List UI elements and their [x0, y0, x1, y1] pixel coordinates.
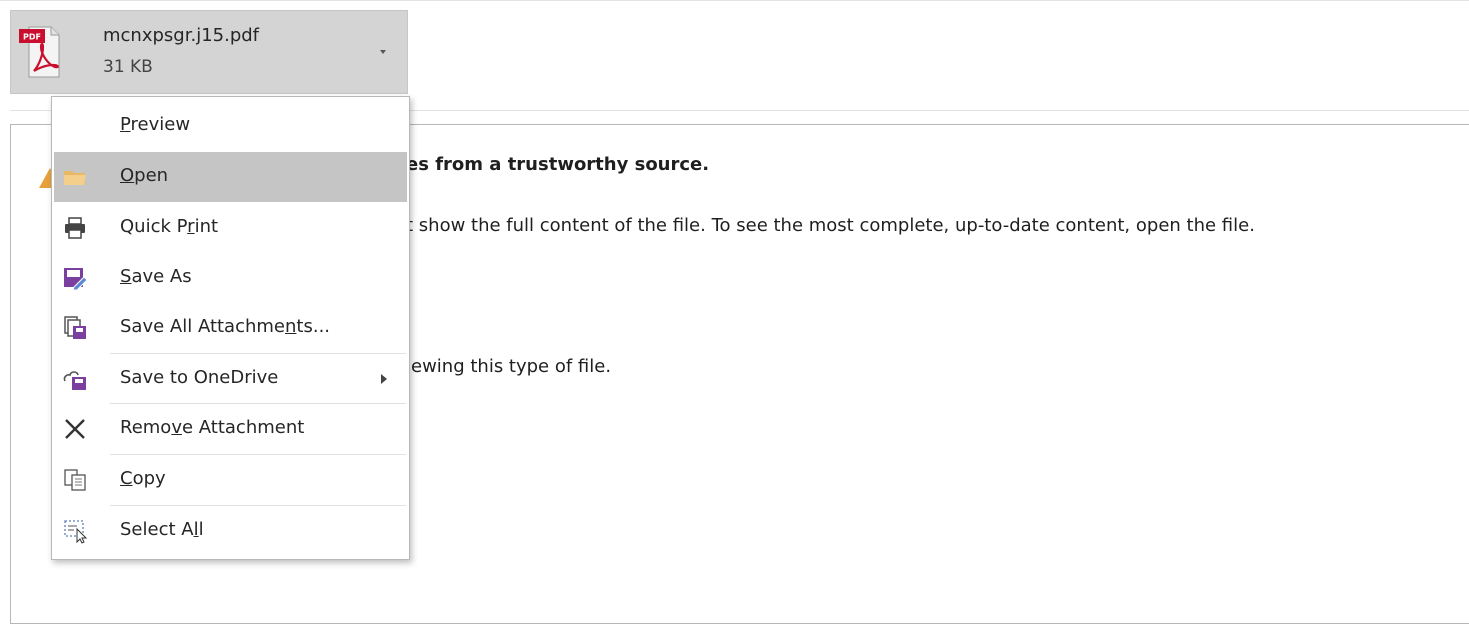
attachment-chip[interactable]: PDF mcnxpsgr.j15.pdf 31 KB [10, 10, 408, 94]
top-divider [0, 0, 1469, 1]
attachment-file-name: mcnxpsgr.j15.pdf [103, 25, 260, 46]
menu-item-label: Save All Attachments... [120, 316, 331, 337]
menu-item-label: Save to OneDrive [120, 367, 279, 388]
menu-item-quick-print[interactable]: Quick Print [54, 203, 407, 253]
folder-icon [64, 171, 86, 185]
menu-item-save-all-attachments[interactable]: Save All Attachments... [54, 303, 407, 353]
chevron-down-icon[interactable] [373, 41, 393, 61]
save-all-icon [64, 316, 86, 339]
menu-item-label: Preview [120, 114, 191, 135]
menu-item-remove-attachment[interactable]: Remove Attachment [54, 404, 407, 454]
menu-item-label: Open [120, 165, 169, 186]
menu-item-label: Copy [120, 468, 166, 489]
preview-info-text: t show the full content of the file. To … [406, 215, 1255, 236]
menu-item-label: Remove Attachment [120, 417, 305, 438]
remove-icon [65, 419, 85, 439]
menu-item-save-as[interactable]: Save As [54, 253, 407, 303]
menu-item-label: Select All [120, 519, 204, 540]
preview-viewer-text: iewing this type of file. [406, 356, 612, 377]
attachment-context-menu: Preview Open Quick Print Save As Save Al… [51, 96, 410, 560]
submenu-arrow-icon [381, 374, 387, 384]
pdf-file-icon: PDF [19, 26, 60, 78]
printer-icon [65, 217, 85, 239]
save-as-icon [64, 268, 88, 291]
menu-item-label: Save As [120, 266, 192, 287]
preview-warning-text: es from a trustworthy source. [406, 154, 710, 175]
menu-item-select-all[interactable]: Select All [54, 506, 407, 556]
menu-item-label: Quick Print [120, 216, 219, 237]
menu-item-copy[interactable]: Copy [54, 455, 407, 505]
attachment-file-size: 31 KB [103, 57, 153, 77]
select-all-icon [64, 520, 88, 544]
copy-icon [64, 469, 86, 491]
menu-item-preview[interactable]: Preview [54, 101, 407, 151]
menu-item-open[interactable]: Open [54, 152, 407, 202]
menu-item-save-to-onedrive[interactable]: Save to OneDrive [54, 354, 407, 404]
save-onedrive-icon [63, 371, 86, 390]
pdf-badge-text: PDF [23, 33, 41, 42]
